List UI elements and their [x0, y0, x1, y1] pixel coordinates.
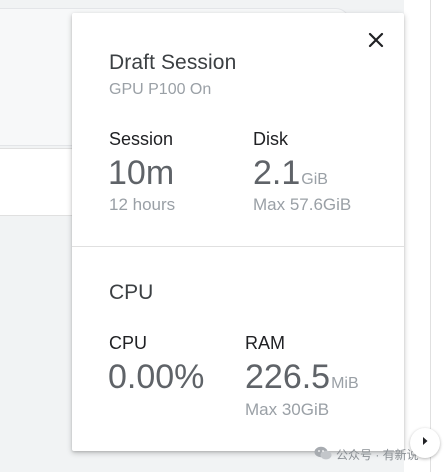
ram-value: 226.5 [245, 358, 331, 396]
session-label: Session [109, 129, 174, 149]
ram-max: Max 30GiB [245, 400, 330, 419]
cpu-value: 0.00% [108, 358, 205, 396]
disk-usage: 2.1GiB [253, 154, 328, 193]
session-value: 10m [108, 154, 175, 192]
popover-title: Draft Session [109, 51, 237, 74]
scroll-right-button[interactable] [410, 428, 440, 458]
session-info-popover: Draft Session GPU P100 On Session 10m 12… [72, 13, 404, 451]
watermark: 公众号 · 有新说 [314, 445, 419, 463]
disk-label: Disk [253, 129, 288, 149]
background-right-panel [404, 0, 445, 472]
background-input-area [0, 148, 80, 216]
ram-unit: MiB [331, 375, 359, 392]
disk-unit: GiB [301, 171, 328, 188]
close-button[interactable] [362, 26, 390, 54]
cpu-label: CPU [109, 333, 148, 353]
disk-value: 2.1 [253, 154, 301, 192]
chevron-right-icon [419, 434, 431, 452]
background-divider [430, 0, 431, 472]
close-icon [362, 26, 390, 54]
watermark-text: 公众号 · 有新说 [336, 447, 419, 462]
accelerator-status: GPU P100 On [109, 81, 212, 98]
cpu-section-title: CPU [109, 281, 154, 304]
background-panel [0, 216, 72, 472]
ram-usage: 226.5MiB [245, 358, 359, 397]
disk-max: Max 57.6GiB [253, 195, 352, 214]
ram-label: RAM [245, 333, 285, 353]
section-divider [72, 246, 404, 247]
wechat-logo-icon [314, 446, 332, 463]
session-limit: 12 hours [109, 195, 176, 214]
